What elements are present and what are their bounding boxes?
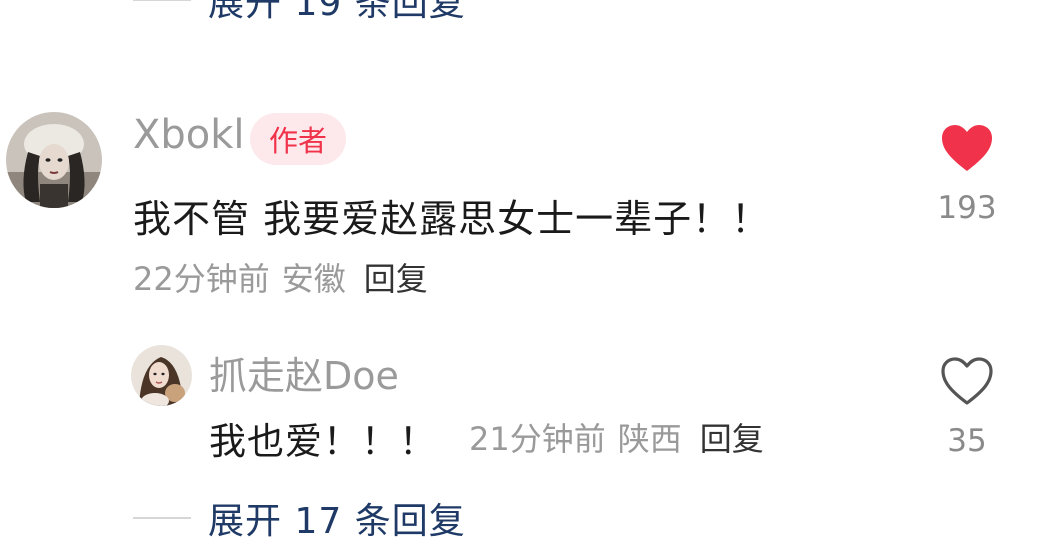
avatar[interactable]	[6, 112, 102, 208]
divider-line	[133, 0, 191, 1]
reply-time: 21分钟前	[469, 420, 606, 458]
heart-outline-icon[interactable]	[940, 357, 994, 407]
reply-button[interactable]: 回复	[364, 260, 428, 298]
avatar[interactable]	[131, 345, 192, 406]
author-badge: 作者	[250, 113, 346, 165]
like-count: 193	[937, 190, 997, 226]
expand-replies-top[interactable]: 展开 19 条回复	[133, 0, 466, 24]
expand-replies-label: 展开 17 条回复	[208, 501, 466, 540]
reply-meta: 21分钟前 陕西 回复	[469, 414, 764, 460]
comment-thread: 展开 19 条回复 Xbokl 作者 我不管 我要爱赵露思女士一辈子！！ 22分…	[0, 0, 1041, 540]
divider-line	[133, 517, 191, 519]
username[interactable]: Xbokl	[133, 112, 245, 158]
expand-replies-label: 展开 19 条回复	[208, 0, 466, 24]
comment-meta: 22分钟前 安徽 回复	[133, 254, 428, 300]
username[interactable]: 抓走赵Doe	[209, 345, 399, 400]
reply-location: 陕西	[617, 420, 682, 458]
expand-replies-bottom[interactable]: 展开 17 条回复	[133, 496, 466, 540]
comment-text: 我不管 我要爱赵露思女士一辈子！！	[133, 197, 771, 241]
reply-button[interactable]: 回复	[700, 420, 764, 458]
reply-text: 我也爱！！！	[209, 420, 437, 463]
like-count: 35	[947, 423, 987, 459]
comment-time: 22分钟前	[133, 260, 270, 298]
comment-location: 安徽	[281, 260, 346, 298]
heart-filled-icon[interactable]	[940, 124, 994, 174]
